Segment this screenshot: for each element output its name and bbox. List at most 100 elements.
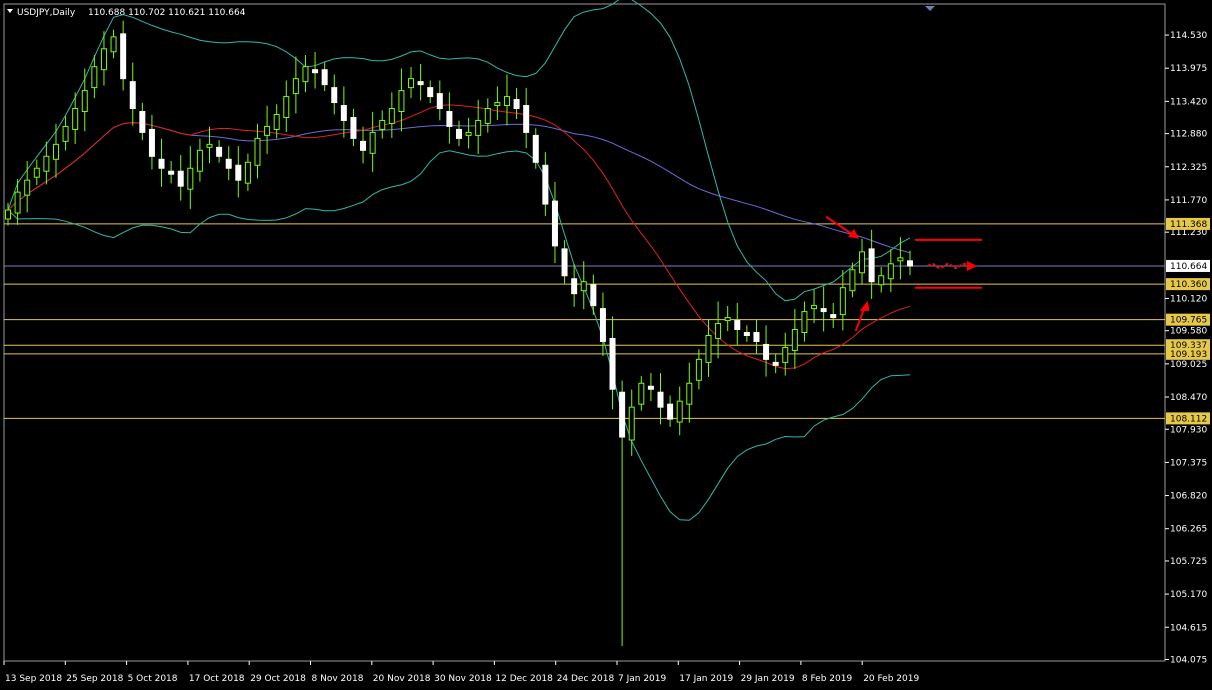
bullish-candle [475,119,482,136]
bullish-candle [292,78,299,95]
x-tick-label: 29 Jan 2019 [741,674,795,684]
bearish-candle [456,128,462,139]
bullish-candle [264,125,271,136]
y-tick-label: 113.420 [1170,97,1207,107]
bearish-candle [551,200,558,247]
bullish-candle [715,323,722,339]
x-tick-label: 13 Sep 2018 [5,674,62,684]
x-tick-label: 29 Oct 2018 [250,674,306,684]
level-price-label: 110.360 [1170,280,1207,290]
bullish-candle [14,191,21,214]
bullish-candle [887,263,894,280]
bearish-candle [763,343,770,360]
bullish-candle [273,113,280,130]
bearish-candle [868,248,875,283]
bearish-candle [523,105,530,133]
bullish-candle [110,36,117,53]
bearish-candle [177,170,184,187]
y-tick-label: 108.470 [1170,393,1207,403]
y-tick-label: 105.170 [1170,590,1207,600]
bearish-candle [216,146,223,157]
bullish-candle [628,406,635,441]
bearish-candle [599,308,606,342]
x-tick-label: 8 Feb 2019 [802,674,853,684]
y-tick-label: 112.325 [1170,163,1207,173]
y-tick-label: 104.075 [1170,656,1207,666]
bullish-candle [878,275,885,286]
bearish-candle [158,158,165,169]
bearish-candle [571,278,578,295]
bullish-candle [52,143,59,160]
bearish-candle [225,158,232,169]
bearish-candle [743,332,750,336]
level-price-label: 111.368 [1170,220,1207,230]
bullish-candle [398,90,405,113]
current-price-label: 110.664 [1170,262,1207,272]
bearish-candle [340,105,347,121]
bullish-candle [897,257,904,262]
y-tick-label: 109.580 [1170,327,1207,337]
bearish-candle [168,170,175,175]
bearish-candle [235,164,242,181]
bearish-candle [513,99,520,110]
y-tick-label: 104.615 [1170,623,1207,633]
bearish-candle [609,337,616,390]
y-tick-label: 110.120 [1170,294,1207,304]
bearish-candle [647,385,654,390]
bullish-candle [638,382,645,405]
x-tick-label: 20 Nov 2018 [373,674,431,684]
bullish-candle [24,179,31,196]
x-tick-label: 20 Feb 2019 [863,674,919,684]
x-tick-label: 17 Oct 2018 [189,674,245,684]
bullish-candle [302,66,309,83]
bullish-candle [705,334,712,363]
bullish-candle [196,149,203,172]
bearish-candle [446,111,453,127]
bullish-candle [379,119,386,130]
bullish-candle [408,78,415,89]
bearish-candle [561,248,568,277]
y-tick-label: 109.025 [1170,360,1207,370]
bearish-candle [907,260,913,267]
bullish-candle [388,108,395,124]
bullish-candle [81,90,88,113]
bullish-candle [33,167,40,178]
bearish-candle [542,164,549,205]
bullish-candle [5,209,11,220]
bullish-candle [724,317,731,322]
ohlc-values: 110.688 110.702 110.621 110.664 [88,8,246,18]
y-tick-label: 111.770 [1170,196,1207,206]
bearish-candle [657,391,664,408]
x-tick-label: 17 Jan 2019 [679,674,733,684]
bullish-candle [494,102,501,107]
bearish-candle [667,403,674,420]
bullish-candle [849,269,856,292]
bullish-candle [859,251,866,274]
bullish-candle [254,137,261,166]
bearish-candle [350,116,357,139]
bullish-candle [62,125,69,142]
bearish-candle [436,93,443,110]
bullish-candle [91,66,98,89]
bullish-candle [484,108,491,124]
bullish-candle [676,400,683,423]
bearish-candle [734,320,741,331]
bearish-candle [590,284,597,307]
bullish-candle [206,143,213,148]
bullish-candle [283,96,290,118]
bullish-candle [801,311,808,334]
price-chart[interactable]: USDJPY,Daily 110.688 110.702 110.621 110… [0,0,1212,690]
y-tick-label: 106.820 [1170,492,1207,502]
bullish-candle [811,305,818,310]
y-tick-label: 113.975 [1170,64,1207,74]
level-price-label: 109.193 [1170,350,1207,360]
bearish-candle [148,128,155,157]
bullish-candle [187,167,194,190]
y-tick-label: 114.530 [1170,31,1207,41]
bullish-candle [782,346,789,363]
x-tick-label: 24 Dec 2018 [557,674,615,684]
bearish-candle [427,87,434,98]
bearish-candle [139,111,146,133]
level-price-label: 109.765 [1170,316,1207,326]
bullish-candle [791,329,798,351]
